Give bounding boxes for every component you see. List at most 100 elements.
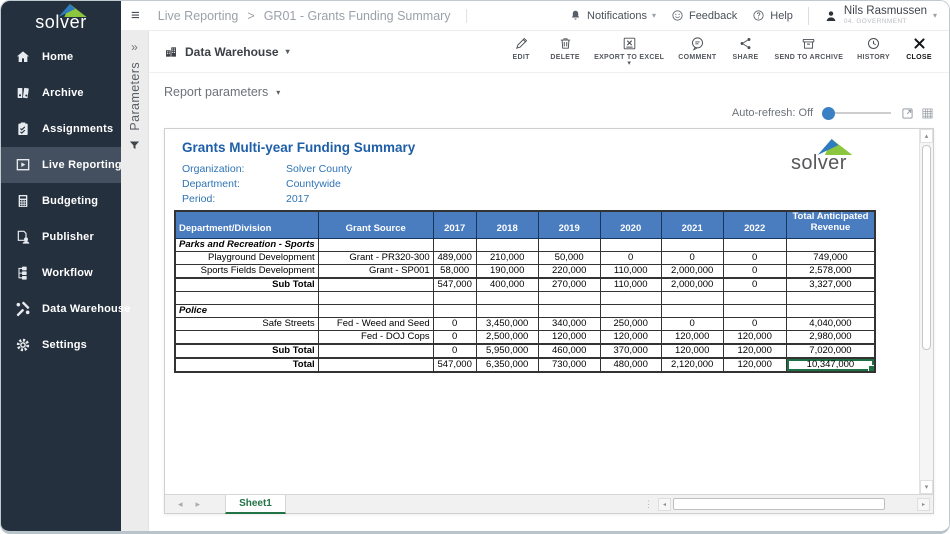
table-cell[interactable] <box>175 291 318 304</box>
table-cell[interactable]: 460,000 <box>538 344 600 358</box>
sidebar-item-publisher[interactable]: Publisher <box>1 219 121 255</box>
table-cell[interactable] <box>786 291 875 304</box>
table-cell[interactable]: 0 <box>600 251 661 264</box>
table-cell[interactable]: 2,000,000 <box>661 278 723 292</box>
table-cell[interactable] <box>661 238 723 251</box>
table-header-cell[interactable]: Grant Source <box>318 211 433 238</box>
table-cell[interactable] <box>600 304 661 317</box>
table-cell[interactable] <box>433 238 476 251</box>
export-to-excel-button[interactable]: EXPORT TO EXCEL▾ <box>594 36 664 67</box>
table-cell[interactable] <box>318 238 433 251</box>
table-cell[interactable]: 400,000 <box>476 278 538 292</box>
feedback-button[interactable]: Feedback <box>671 9 737 22</box>
table-cell[interactable]: Sub Total <box>175 278 318 292</box>
table-header-cell[interactable]: 2018 <box>476 211 538 238</box>
table-cell[interactable]: Grant - PR320-300 <box>318 251 433 264</box>
table-header-cell[interactable]: 2017 <box>433 211 476 238</box>
delete-button[interactable]: DELETE <box>550 36 580 61</box>
table-cell[interactable] <box>318 278 433 292</box>
table-header-cell[interactable]: Department/Division <box>175 211 318 238</box>
table-cell[interactable]: 2,000,000 <box>661 264 723 278</box>
table-cell[interactable]: Fed - Weed and Seed <box>318 317 433 330</box>
table-cell[interactable] <box>600 238 661 251</box>
help-button[interactable]: Help <box>752 9 793 22</box>
table-cell[interactable]: Total <box>175 358 318 372</box>
table-cell[interactable]: Sub Total <box>175 344 318 358</box>
vertical-scrollbar[interactable]: ▴ ▾ <box>919 129 933 494</box>
table-cell[interactable] <box>318 304 433 317</box>
table-header-cell[interactable]: Total Anticipated Revenue <box>786 211 875 238</box>
grid-view-icon[interactable] <box>921 107 934 120</box>
table-cell[interactable]: 270,000 <box>538 278 600 292</box>
table-header-cell[interactable]: 2021 <box>661 211 723 238</box>
sidebar-item-data-warehouse[interactable]: Data Warehouse <box>1 291 121 327</box>
table-cell[interactable] <box>723 291 786 304</box>
table-cell[interactable]: Playground Development <box>175 251 318 264</box>
table-cell[interactable]: 480,000 <box>600 358 661 372</box>
table-cell[interactable]: Sports Fields Development <box>175 264 318 278</box>
slider-knob[interactable] <box>822 107 835 120</box>
table-cell[interactable]: 0 <box>723 278 786 292</box>
table-cell[interactable] <box>318 358 433 372</box>
table-cell[interactable]: 3,450,000 <box>476 317 538 330</box>
table-cell[interactable]: 2,980,000 <box>786 330 875 344</box>
scroll-right-button[interactable]: ▸ <box>917 498 930 511</box>
scroll-up-button[interactable]: ▴ <box>920 129 933 143</box>
table-cell[interactable]: 749,000 <box>786 251 875 264</box>
table-cell[interactable]: 120,000 <box>723 330 786 344</box>
table-cell[interactable]: 0 <box>433 344 476 358</box>
table-cell[interactable]: Grant - SP001 <box>318 264 433 278</box>
table-cell[interactable]: 190,000 <box>476 264 538 278</box>
table-cell[interactable]: 110,000 <box>600 264 661 278</box>
table-cell[interactable]: 0 <box>723 251 786 264</box>
table-cell[interactable]: 110,000 <box>600 278 661 292</box>
notifications-button[interactable]: Notifications ▾ <box>569 9 656 22</box>
table-cell[interactable]: 210,000 <box>476 251 538 264</box>
previous-sheet-icon[interactable]: ◂ <box>178 499 183 510</box>
table-cell[interactable]: 5,950,000 <box>476 344 538 358</box>
scroll-down-button[interactable]: ▾ <box>920 480 933 494</box>
sidebar-item-assignments[interactable]: Assignments <box>1 111 121 147</box>
report-parameters-toggle[interactable]: Report parameters ▾ <box>149 81 949 103</box>
table-cell[interactable]: 547,000 <box>433 358 476 372</box>
table-cell[interactable] <box>723 304 786 317</box>
table-cell[interactable] <box>786 304 875 317</box>
expand-panel-icon[interactable]: » <box>131 40 138 54</box>
table-cell[interactable] <box>318 291 433 304</box>
data-source-dropdown[interactable]: Data Warehouse ▾ <box>164 45 290 59</box>
table-cell[interactable]: 0 <box>661 317 723 330</box>
sidebar-item-live-reporting[interactable]: Live Reporting <box>1 147 121 183</box>
table-cell[interactable]: 0 <box>433 317 476 330</box>
table-cell[interactable]: 730,000 <box>538 358 600 372</box>
table-cell[interactable]: Fed - DOJ Cops <box>318 330 433 344</box>
table-cell[interactable] <box>476 291 538 304</box>
table-cell[interactable]: 2,120,000 <box>661 358 723 372</box>
table-cell[interactable]: 120,000 <box>661 344 723 358</box>
sidebar-item-budgeting[interactable]: Budgeting <box>1 183 121 219</box>
table-cell[interactable]: 370,000 <box>600 344 661 358</box>
next-sheet-icon[interactable]: ▸ <box>196 499 201 510</box>
table-cell[interactable]: 120,000 <box>538 330 600 344</box>
table-cell[interactable]: 10,347,000 <box>786 358 875 372</box>
hamburger-menu-icon[interactable]: ≡ <box>131 8 140 23</box>
auto-refresh-slider[interactable] <box>823 112 891 114</box>
table-cell[interactable] <box>538 291 600 304</box>
table-cell[interactable]: 120,000 <box>661 330 723 344</box>
table-cell[interactable]: 250,000 <box>600 317 661 330</box>
table-cell[interactable]: 6,350,000 <box>476 358 538 372</box>
splitter-handle-icon[interactable]: ⋮ <box>644 499 653 510</box>
table-cell[interactable]: 0 <box>433 330 476 344</box>
table-cell[interactable] <box>661 304 723 317</box>
table-cell[interactable] <box>476 238 538 251</box>
table-cell[interactable]: 120,000 <box>723 344 786 358</box>
table-cell[interactable] <box>538 238 600 251</box>
table-cell[interactable]: 50,000 <box>538 251 600 264</box>
table-cell[interactable]: 220,000 <box>538 264 600 278</box>
table-cell[interactable]: 120,000 <box>600 330 661 344</box>
sidebar-item-settings[interactable]: Settings <box>1 327 121 363</box>
table-cell[interactable] <box>476 304 538 317</box>
table-cell[interactable] <box>175 330 318 344</box>
sidebar-item-workflow[interactable]: Workflow <box>1 255 121 291</box>
history-button[interactable]: HISTORY <box>857 36 890 61</box>
table-header-cell[interactable]: 2019 <box>538 211 600 238</box>
